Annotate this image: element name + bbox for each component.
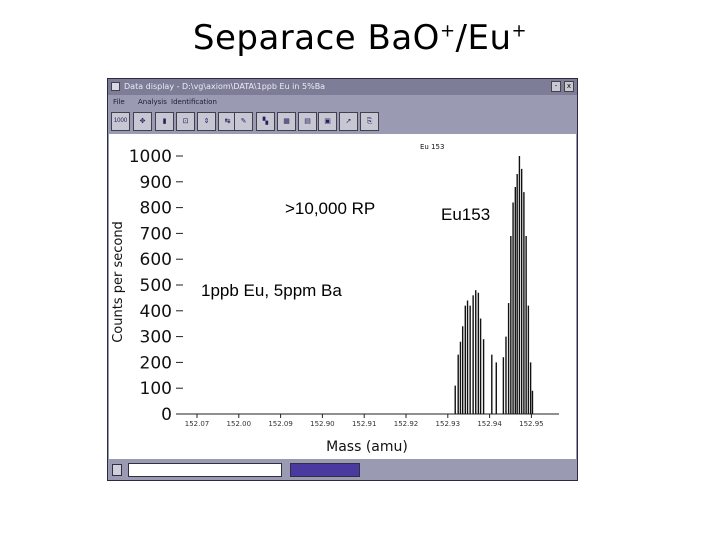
y-tick-label: 300 [140,328,172,348]
x-tick-label: 152.93 [436,420,461,428]
minimize-button[interactable]: - [551,81,561,92]
x-tick-label: 152.94 [477,420,502,428]
x-axis-label: Mass (amu) [326,439,408,455]
window-titlebar[interactable]: Data display - D:\vg\axiom\DATA\1ppb Eu … [108,79,577,95]
y-tick-label: 400 [140,302,172,322]
y-axis-label: Counts per second [111,221,126,343]
y-tick-label: 100 [140,379,172,399]
x-tick-label: 152.00 [227,420,252,428]
y-tick-label: 200 [140,353,172,373]
scroll-button[interactable]: ⇕ [197,112,216,131]
close-button[interactable]: x [564,81,574,92]
x-tick-label: 152.95 [519,420,544,428]
y-tick-label: 1000 [129,147,172,167]
spectrum-button[interactable]: ▚ [256,112,275,131]
draw-button[interactable]: ✎ [234,112,253,131]
y-tick-label: 0 [161,405,172,425]
status-progress-bar [290,463,360,477]
y-tick-label: 900 [140,173,172,193]
peak-button[interactable]: ⊡ [176,112,195,131]
x-tick-label: 152.92 [394,420,419,428]
spectrum-plot-area: 0 100 200 300 400 500 600 700 800 900 1000 152.07 15… [109,134,576,459]
export-button[interactable]: ➚ [339,112,358,131]
y-tick-label: 600 [140,250,172,270]
status-icon[interactable] [112,464,122,476]
grid-button[interactable]: ▦ [277,112,296,131]
zoom-1000-button[interactable]: 1000 [111,112,130,131]
x-tick-label: 152.91 [352,420,377,428]
x-tick-label: 152.07 [185,420,210,428]
slide-title-main: Separace BaO [192,18,440,58]
x-tick-label: 152.09 [268,420,293,428]
marker-button[interactable]: ▮ [155,112,174,131]
y-tick-label: 800 [140,199,172,219]
toolbar: 1000 ✥ ▮ ⊡ ⇕ ↹ ✎ ▚ ▦ ▤ ▣ ➚ ⎘ [108,109,577,133]
menu-identification[interactable]: Identification [171,95,217,109]
peak-label: Eu 153 [420,143,444,151]
statusbar [108,460,577,480]
menu-file[interactable]: File [113,95,125,109]
x-tick-label: 152.90 [310,420,335,428]
y-tick-label: 700 [140,224,172,244]
sample-annotation: 1ppb Eu, 5ppm Ba [201,281,342,300]
data-display-window: Data display - D:\vg\axiom\DATA\1ppb Eu … [107,78,578,481]
menu-analysis[interactable]: Analysis [138,95,167,109]
status-field [128,463,282,477]
slide-title-mid: /Eu [455,18,512,58]
spectrum-chart: 0 100 200 300 400 500 600 700 800 900 1000 152.07 15… [111,143,559,455]
overlay-button[interactable]: ▣ [318,112,337,131]
app-icon[interactable] [111,82,120,91]
menubar: File Analysis Identification [108,95,577,109]
copy-button[interactable]: ⎘ [360,112,379,131]
slide-title-sup2: + [511,20,528,42]
cursor-button[interactable]: ✥ [133,112,152,131]
resolution-annotation: >10,000 RP [285,199,375,218]
slide-title: Separace BaO+/Eu+ [0,18,720,58]
table-button[interactable]: ▤ [298,112,317,131]
y-tick-label: 500 [140,276,172,296]
slide-title-sup1: + [439,20,456,42]
window-title: Data display - D:\vg\axiom\DATA\1ppb Eu … [124,82,326,91]
